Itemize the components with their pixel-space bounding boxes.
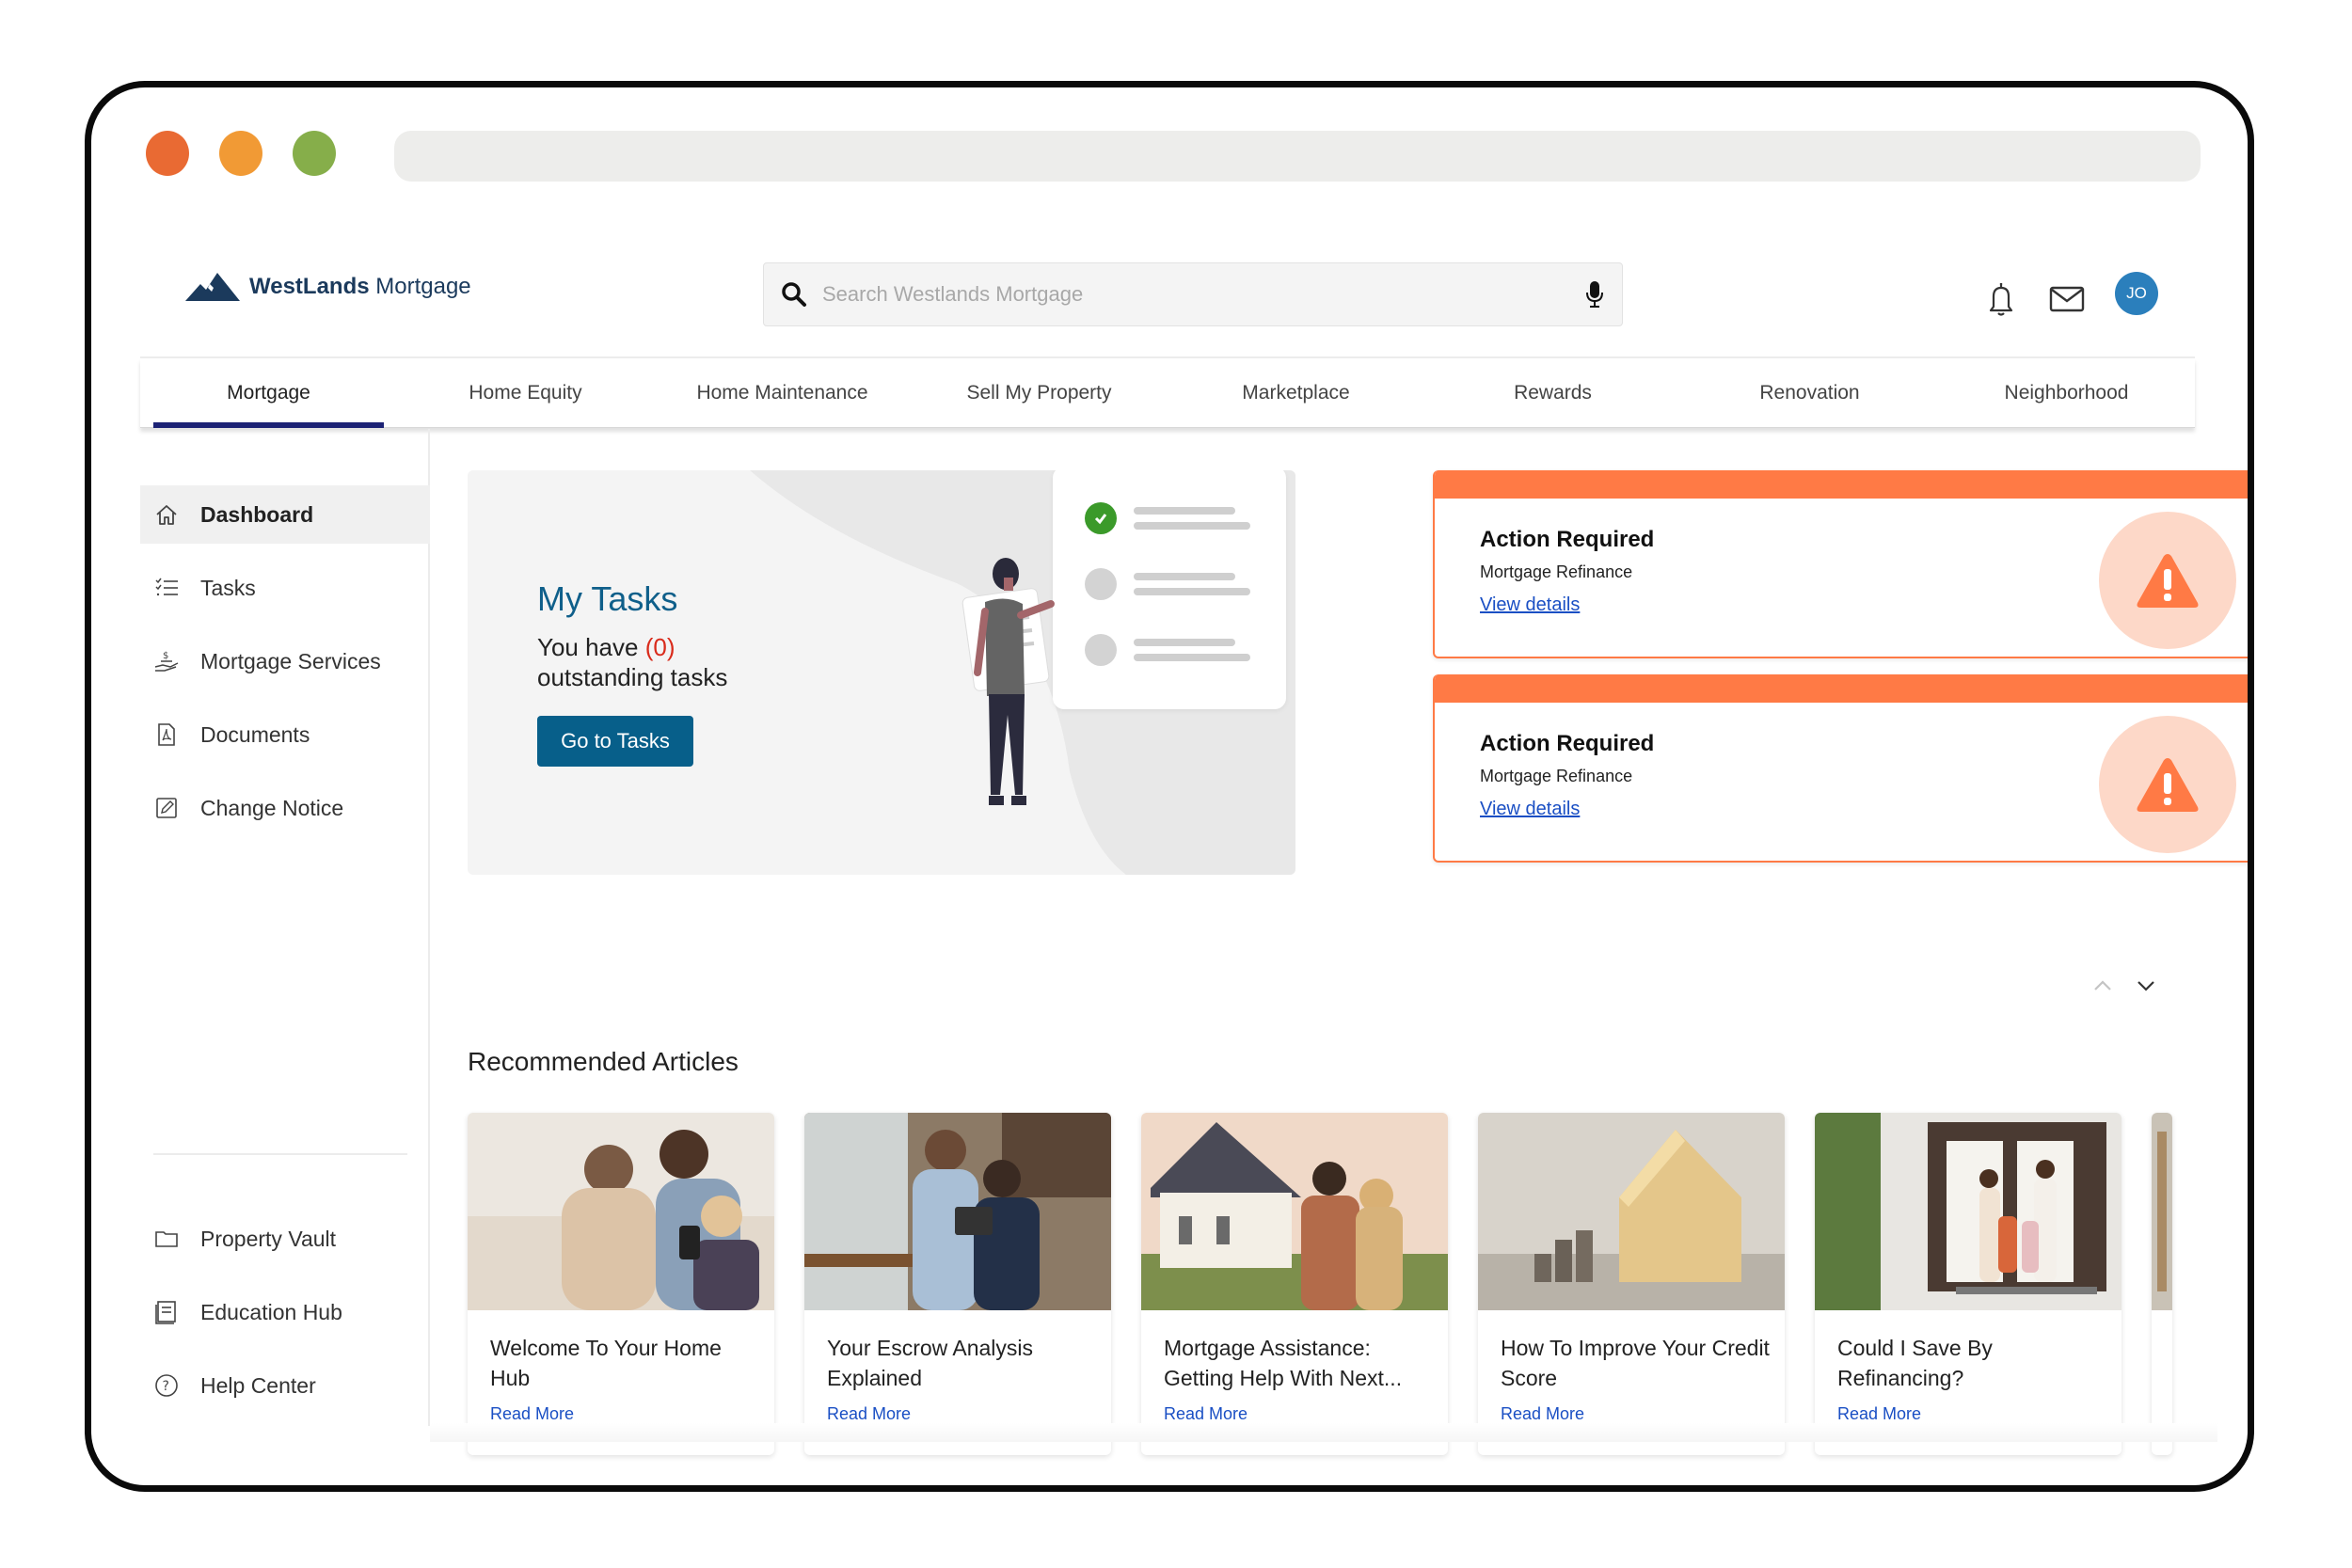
hand-dollar-icon: $ (154, 651, 179, 672)
microphone-icon[interactable] (1584, 280, 1605, 309)
brand-logo[interactable]: WestLands Mortgage (185, 271, 471, 303)
warning-icon (2099, 512, 2236, 649)
help-circle-icon: ? (155, 1374, 178, 1397)
article-title: How To Improve Your Credit Score (1501, 1336, 1770, 1390)
view-details-link[interactable]: View details (1480, 799, 1580, 820)
article-image-partial (2152, 1113, 2172, 1310)
read-more-link[interactable]: Read More (490, 1404, 574, 1424)
alert-title: Action Required (1480, 731, 1655, 756)
tab-marketplace[interactable]: Marketplace (1168, 358, 1424, 427)
user-avatar[interactable]: JO (2115, 272, 2158, 315)
article-card[interactable]: How To Improve Your Credit Score Read Mo… (1478, 1113, 1785, 1455)
article-title: Your Escrow Analysis Explained (827, 1336, 1034, 1390)
address-bar[interactable] (394, 131, 2201, 182)
tasks-title: My Tasks (537, 579, 678, 618)
view-details-link[interactable]: View details (1480, 594, 1580, 616)
chevron-up-icon[interactable] (2090, 975, 2116, 996)
sidebar-item-documents[interactable]: Documents (140, 705, 430, 764)
tasks-summary: You have (0) outstanding tasks (537, 633, 728, 691)
alert-bar (1435, 470, 2248, 499)
tab-neighborhood[interactable]: Neighborhood (1938, 358, 2195, 427)
check-circle-icon (1085, 502, 1117, 534)
read-more-link[interactable]: Read More (827, 1404, 911, 1424)
mountain-logo-icon (185, 273, 240, 301)
tasks-count: (0) (644, 633, 675, 661)
read-more-link[interactable]: Read More (1837, 1404, 1921, 1424)
sidebar: Dashboard Tasks $ Mortgage Services Docu… (140, 429, 430, 1426)
search-bar[interactable] (763, 262, 1623, 326)
content-bottom-fade (430, 1423, 2217, 1442)
home-icon (156, 505, 177, 525)
alert-subtitle: Mortgage Refinance (1480, 562, 1633, 581)
book-icon (155, 1301, 176, 1324)
article-image-wooden-house-and-coins (1478, 1113, 1785, 1310)
my-tasks-card: My Tasks You have (0) outstanding tasks … (468, 470, 1295, 875)
tab-sell-my-property[interactable]: Sell My Property (911, 358, 1168, 427)
sidebar-item-label: Dashboard (200, 501, 314, 527)
maximize-window-button[interactable] (293, 131, 336, 176)
checklist-icon (155, 578, 178, 596)
warning-icon (2099, 716, 2236, 853)
sidebar-item-tasks[interactable]: Tasks (140, 559, 430, 617)
svg-text:$: $ (163, 651, 168, 661)
alert-title: Action Required (1480, 527, 1655, 552)
article-title: Mortgage Assistance: Getting Help With N… (1164, 1336, 1403, 1390)
sidebar-item-label: Property Vault (200, 1226, 337, 1251)
recommended-articles-heading: Recommended Articles (468, 1047, 739, 1076)
sidebar-item-dashboard[interactable]: Dashboard (140, 485, 430, 544)
minimize-window-button[interactable] (219, 131, 262, 176)
article-image-family-with-phone (468, 1113, 774, 1310)
alert-bar (1435, 674, 2248, 703)
go-to-tasks-button[interactable]: Go to Tasks (537, 716, 693, 767)
read-more-link[interactable]: Read More (1501, 1404, 1584, 1424)
action-required-alert: Action Required Mortgage Refinance View … (1433, 674, 2248, 863)
article-card[interactable]: Mortgage Assistance: Getting Help With N… (1141, 1113, 1448, 1455)
tab-home-maintenance[interactable]: Home Maintenance (654, 358, 911, 427)
sidebar-item-property-vault[interactable]: Property Vault (140, 1210, 430, 1268)
tab-rewards[interactable]: Rewards (1424, 358, 1681, 427)
sidebar-item-label: Documents (200, 721, 310, 747)
search-icon (782, 282, 806, 307)
sidebar-item-label: Education Hub (200, 1299, 342, 1324)
search-input[interactable] (822, 282, 1584, 307)
svg-text:?: ? (163, 1379, 169, 1394)
article-card[interactable]: Could I Save By Refinancing? Read More (1815, 1113, 2122, 1455)
folder-icon (155, 1231, 178, 1247)
article-image-couple-facing-house (1141, 1113, 1448, 1310)
close-window-button[interactable] (146, 131, 189, 176)
sidebar-item-change-notice[interactable]: Change Notice (140, 779, 430, 837)
article-title: Could I Save By Refinancing? (1837, 1336, 1993, 1390)
sidebar-item-help-center[interactable]: ? Help Center (140, 1356, 430, 1415)
sidebar-item-mortgage-services[interactable]: $ Mortgage Services (140, 632, 430, 690)
pdf-document-icon (158, 723, 175, 746)
tab-home-equity[interactable]: Home Equity (397, 358, 654, 427)
tab-mortgage[interactable]: Mortgage (140, 358, 397, 428)
person-illustration (961, 558, 1055, 805)
article-title: Welcome To Your Home Hub (490, 1336, 722, 1390)
browser-window: WestLands Mortgage JO Mortgage Home Equi… (85, 81, 2254, 1492)
read-more-link[interactable]: Read More (1164, 1404, 1248, 1424)
main-nav: Mortgage Home Equity Home Maintenance Se… (140, 358, 2195, 428)
article-card[interactable]: Welcome To Your Home Hub Read More (468, 1113, 774, 1455)
article-image-family-at-front-door (1815, 1113, 2122, 1310)
tab-renovation[interactable]: Renovation (1681, 358, 1938, 427)
sidebar-divider (153, 1153, 407, 1155)
sidebar-item-label: Help Center (200, 1372, 316, 1398)
article-card-partial[interactable] (2152, 1113, 2172, 1455)
action-required-alert: Action Required Mortgage Refinance View … (1433, 470, 2248, 658)
sidebar-item-label: Tasks (200, 575, 256, 600)
bell-icon[interactable] (1982, 280, 2020, 318)
chevron-down-icon[interactable] (2133, 975, 2159, 996)
sidebar-item-education-hub[interactable]: Education Hub (140, 1283, 430, 1341)
mail-icon[interactable] (2048, 280, 2086, 318)
alert-subtitle: Mortgage Refinance (1480, 767, 1633, 785)
article-card[interactable]: Your Escrow Analysis Explained Read More (804, 1113, 1111, 1455)
edit-icon (156, 798, 177, 818)
brand-name: WestLands Mortgage (249, 274, 471, 299)
article-image-couple-with-tablet (804, 1113, 1111, 1310)
sidebar-item-label: Change Notice (200, 795, 344, 820)
sidebar-item-label: Mortgage Services (200, 648, 381, 673)
